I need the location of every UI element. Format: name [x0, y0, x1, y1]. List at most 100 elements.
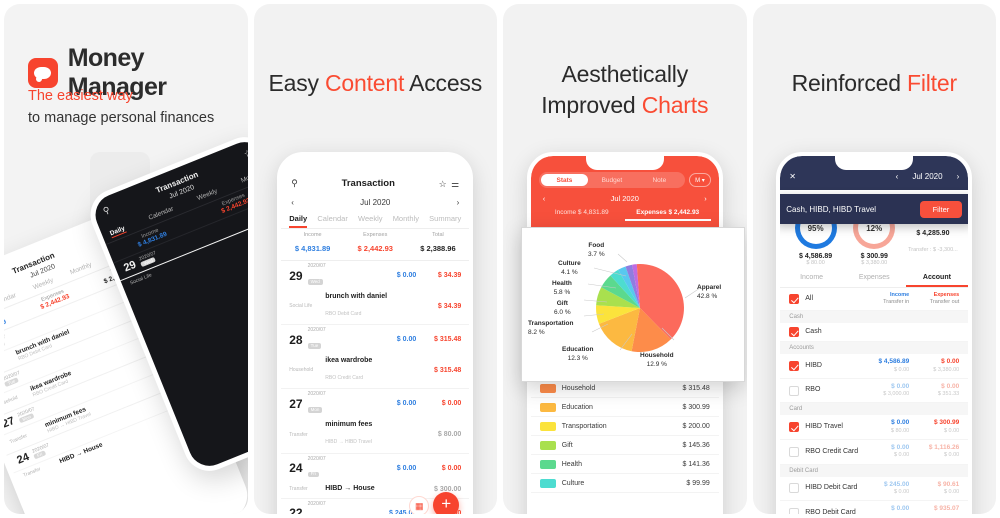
phone-filter: ✕ ‹ Jul 2020 › Income 95% $ 4,586.89 $ 8…: [776, 152, 973, 514]
filter-button[interactable]: Filter: [919, 200, 963, 218]
close-icon[interactable]: ✕: [789, 172, 796, 181]
add-transaction-button[interactable]: +: [433, 492, 460, 514]
total-sub: Transfer : $ -3,300...: [908, 247, 958, 253]
segment-stats[interactable]: Stats: [540, 174, 589, 186]
legend-swatch: [539, 421, 556, 431]
search-icon[interactable]: ⚲: [291, 178, 298, 189]
legend-amount: $ 145.36: [682, 441, 710, 449]
tab-summary[interactable]: Summary: [429, 214, 461, 228]
col-transfer-out: Transfer out: [929, 299, 960, 306]
row-name: RBO: [805, 386, 821, 394]
mini-day: 24: [15, 450, 32, 467]
month-selector[interactable]: ‹ Jul 2020 ›: [539, 188, 711, 207]
period-value: M: [695, 177, 701, 184]
page-title: Transaction: [341, 177, 395, 189]
row-memo: HIBD → House: [325, 485, 375, 493]
panel2-headline: Easy Content Access: [254, 70, 498, 97]
checkbox-rbo-debit-card[interactable]: [789, 507, 800, 514]
row-income: $ 0.00: [396, 464, 417, 472]
table-row[interactable]: 28 2020/07 Tue $ 0.00 $ 315.48 Household i…: [281, 325, 470, 390]
income-expense-tabs[interactable]: Income $ 4,831.89 Expenses $ 2,442.93: [539, 207, 711, 221]
search-icon[interactable]: ⚲: [102, 204, 112, 217]
segmented-control[interactable]: Stats Budget Note M ▾: [538, 172, 711, 188]
row-date: 2020/07: [307, 263, 326, 269]
tab-account[interactable]: Account: [905, 270, 969, 287]
legend-swatch: [539, 459, 556, 469]
prev-month-icon[interactable]: ‹: [543, 194, 546, 203]
view-tabs[interactable]: Daily Calendar Weekly Monthly Summary: [281, 211, 469, 228]
next-month-icon[interactable]: ›: [457, 198, 460, 207]
panel-content-access: Easy Content Access ⚲ Transaction ☆ ⚌ ‹ …: [253, 4, 498, 514]
pie-label-name: Culture: [558, 260, 581, 267]
row-category: Household: [289, 367, 314, 374]
headline-accent: Filter: [907, 70, 957, 96]
star-icon[interactable]: ☆: [242, 147, 247, 159]
table-row[interactable]: All Income Transfer in Expenses Transfer o…: [780, 288, 969, 312]
table-row[interactable]: HIBD Debit Card $ 245.00 $ 0.00 $ 90.61 $ …: [780, 477, 969, 502]
tab-expenses[interactable]: Expenses $ 2,442.93: [624, 209, 711, 221]
row-account: HIBD → HIBD Travel: [325, 439, 372, 446]
star-icon[interactable]: ☆: [439, 179, 447, 189]
row-name: Cash: [805, 328, 822, 336]
filter-tabs[interactable]: Income Expenses Account: [780, 270, 969, 288]
prev-month-icon[interactable]: ‹: [896, 172, 899, 181]
expenses-label: Expenses: [363, 232, 388, 238]
prev-month-icon[interactable]: ‹: [291, 198, 294, 207]
table-row[interactable]: Cash: [780, 323, 969, 343]
checkbox-rbo-credit-card[interactable]: [789, 446, 800, 457]
table-row[interactable]: RBO Debit Card $ 0.00$ 0.00 $ 935.07$ 0.…: [780, 501, 968, 514]
checkbox-hibd-debit-card[interactable]: [789, 483, 800, 494]
row-transfer-out: $ 351.33: [937, 391, 960, 398]
row-income: $ 0.00: [891, 505, 910, 513]
tab-monthly[interactable]: Monthly: [393, 214, 419, 228]
list-item[interactable]: Culture $ 99.99: [530, 474, 719, 493]
period-select[interactable]: M ▾: [689, 173, 711, 187]
table-row[interactable]: RBO $ 0.00 $ 3,000.00 $ 0.00 $ 351.33: [780, 379, 969, 404]
checkbox-all[interactable]: [789, 294, 800, 305]
row-expense: $ 300.99: [933, 419, 960, 427]
checkbox-cash[interactable]: [789, 327, 800, 338]
col-transfer-in: Transfer in: [883, 299, 910, 306]
checkbox-hibd-travel[interactable]: [789, 422, 800, 433]
table-row[interactable]: RBO Credit Card $ 0.00 $ 0.00 $ 1,116.26 $…: [780, 440, 969, 465]
next-month-icon[interactable]: ›: [957, 172, 960, 181]
tab-income[interactable]: Income: [780, 270, 843, 287]
legend-amount: $ 300.99: [682, 403, 710, 411]
panel-branding: Money Manager The easiest way to manage …: [4, 4, 248, 514]
row-day: 24: [289, 461, 303, 476]
tab-calendar[interactable]: Calendar: [317, 214, 347, 228]
expenses-sub: $ 3,380.00: [861, 260, 888, 266]
current-month: Jul 2020: [360, 198, 391, 207]
calculator-icon[interactable]: ▦: [409, 496, 430, 514]
tab-expenses[interactable]: Expenses: [843, 270, 906, 287]
headline-accent: Charts: [641, 92, 709, 119]
row-account: RBO Debit Card: [325, 310, 362, 317]
list-item[interactable]: Health $ 141.36: [530, 455, 719, 474]
pie-label-pct: 8.2 %: [528, 328, 545, 336]
table-row[interactable]: 29 2020/07 Wed $ 0.00 $ 34.39 Social Life …: [281, 261, 470, 326]
next-month-icon[interactable]: ›: [704, 194, 707, 203]
panel-filter: Reinforced Filter ✕ ‹ Jul 2020 › Income …: [752, 4, 996, 514]
table-row[interactable]: HIBD $ 4,586.89 $ 0.00 $ 0.00 $ 3,380.00: [780, 354, 969, 379]
legend-swatch: [539, 383, 556, 393]
checkbox-rbo[interactable]: [789, 385, 800, 396]
row-date: 2020/07: [307, 327, 326, 334]
filter-icon[interactable]: ⚌: [451, 179, 459, 189]
segment-note[interactable]: Note: [636, 174, 683, 186]
tab-daily[interactable]: Daily: [289, 214, 308, 228]
tab-income[interactable]: Income $ 4,831.89: [539, 209, 625, 221]
list-item[interactable]: Gift $ 145.36: [530, 436, 719, 455]
list-item[interactable]: Education $ 300.99: [530, 398, 719, 417]
row-expense: $ 935.07: [933, 505, 960, 513]
list-item[interactable]: Transportation $ 200.00: [530, 417, 719, 436]
table-row[interactable]: HIBD Travel $ 0.00 $ 80.00 $ 300.99 $ 0.00: [780, 415, 969, 441]
checkbox-hibd[interactable]: [789, 361, 800, 372]
headline-accent: Content: [325, 70, 405, 96]
income-value: $ 4,831.89: [294, 244, 331, 253]
table-row[interactable]: 27 2020/07 Mon $ 0.00 $ 0.00 Transfer mini…: [281, 389, 470, 454]
month-selector[interactable]: ‹ Jul 2020 ›: [281, 196, 469, 211]
month-selector[interactable]: ‹ Jul 2020 ›: [896, 172, 960, 181]
segment-budget[interactable]: Budget: [588, 174, 635, 186]
pie-label-name: Transportation: [528, 320, 574, 327]
tab-weekly[interactable]: Weekly: [358, 214, 382, 228]
